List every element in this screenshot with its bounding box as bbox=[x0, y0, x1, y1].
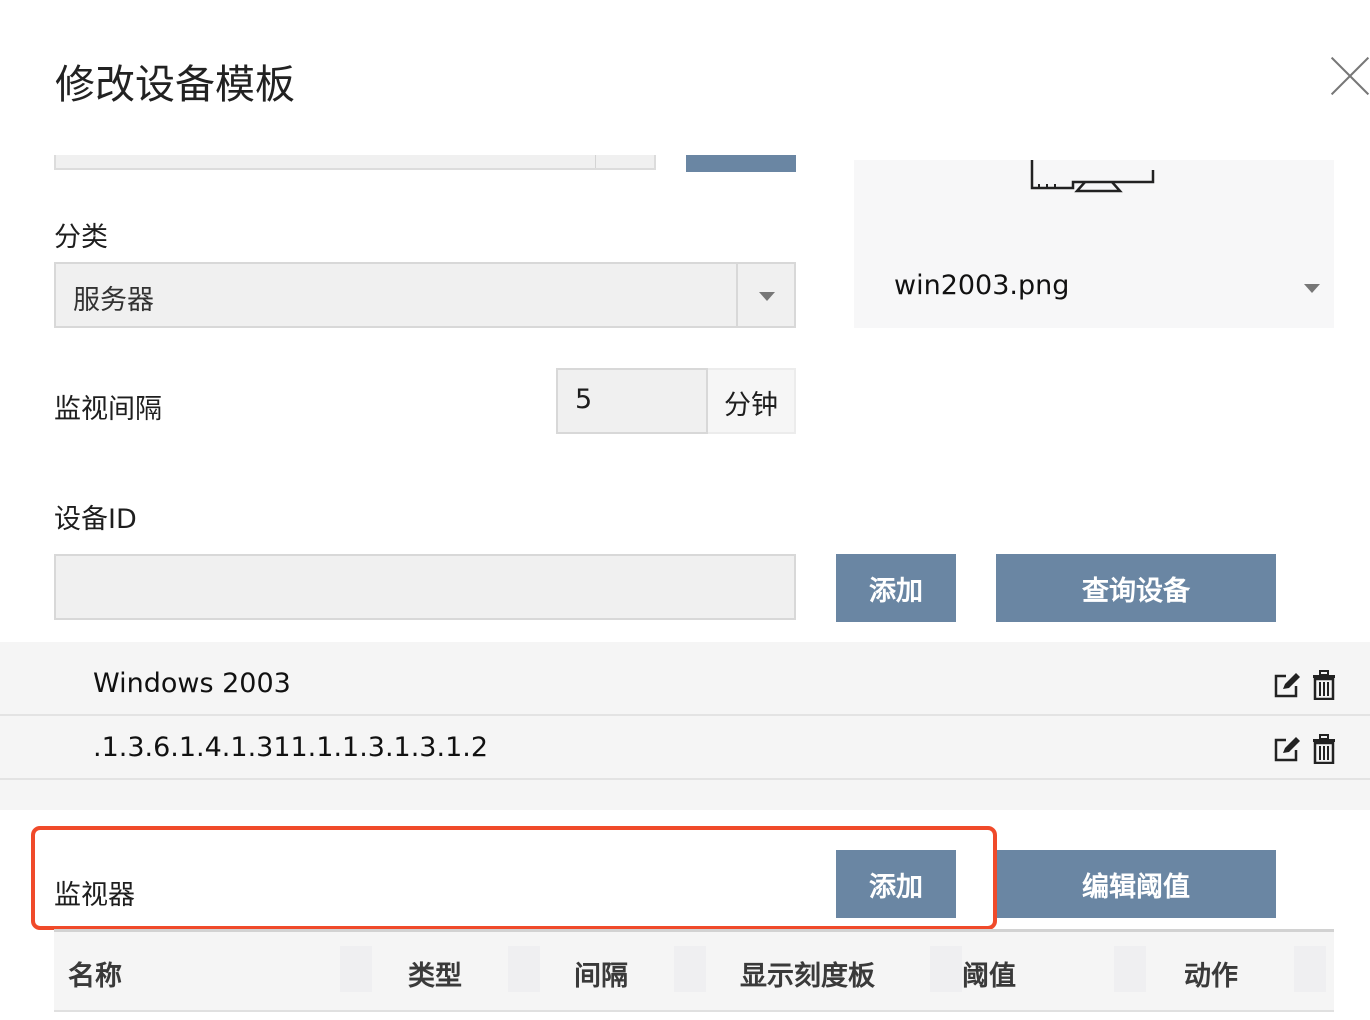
close-icon[interactable] bbox=[1328, 54, 1370, 98]
chevron-down-icon bbox=[1304, 284, 1320, 293]
interval-unit-label: 分钟 bbox=[724, 390, 778, 421]
dialog-title: 修改设备模板 bbox=[55, 62, 295, 108]
column-header-type[interactable]: 类型 bbox=[408, 954, 462, 993]
device-id-input[interactable] bbox=[54, 554, 796, 620]
edit-threshold-button[interactable]: 编辑阈值 bbox=[996, 850, 1276, 918]
category-select[interactable]: 服务器 bbox=[54, 262, 796, 328]
query-device-button[interactable]: 查询设备 bbox=[996, 554, 1276, 622]
add-device-id-button[interactable]: 添加 bbox=[836, 554, 956, 622]
interval-value: 5 bbox=[575, 384, 593, 415]
column-header-dashboard[interactable]: 显示刻度板 bbox=[740, 954, 875, 993]
device-id-text: Windows 2003 bbox=[93, 668, 291, 699]
list-item: .1.3.6.1.4.1.311.1.1.3.1.3.1.2 bbox=[0, 716, 1370, 780]
category-value: 服务器 bbox=[73, 285, 154, 316]
interval-label: 监视间隔 bbox=[54, 394, 162, 425]
interval-unit: 分钟 bbox=[708, 368, 796, 434]
trash-icon[interactable] bbox=[1312, 670, 1336, 700]
image-filename: win2003.png bbox=[894, 270, 1070, 301]
edit-icon[interactable] bbox=[1272, 672, 1302, 700]
column-header-name[interactable]: 名称 bbox=[68, 954, 122, 993]
scrolled-input[interactable] bbox=[54, 155, 656, 170]
monitor-table-header: 名称 类型 间隔 显示刻度板 阈值 动作 bbox=[54, 932, 1334, 1012]
category-label: 分类 bbox=[54, 222, 108, 253]
device-id-list: Windows 2003 .1.3.6.1.4.1.311.1.1.3.1.3.… bbox=[0, 642, 1370, 810]
device-image-select[interactable]: win2003.png bbox=[854, 160, 1334, 328]
trash-icon[interactable] bbox=[1312, 734, 1336, 764]
list-item: Windows 2003 bbox=[0, 652, 1370, 716]
highlight-box bbox=[31, 826, 997, 930]
device-id-label: 设备ID bbox=[54, 504, 137, 535]
chevron-down-icon bbox=[759, 292, 775, 301]
device-id-text: .1.3.6.1.4.1.311.1.1.3.1.3.1.2 bbox=[93, 732, 489, 763]
edit-icon[interactable] bbox=[1272, 736, 1302, 764]
monitor-icon bbox=[1030, 160, 1155, 193]
scrolled-button[interactable] bbox=[686, 155, 796, 172]
column-header-interval[interactable]: 间隔 bbox=[574, 954, 628, 993]
column-header-threshold[interactable]: 阈值 bbox=[962, 954, 1016, 993]
interval-input[interactable]: 5 bbox=[556, 368, 708, 434]
column-header-action[interactable]: 动作 bbox=[1184, 954, 1238, 993]
